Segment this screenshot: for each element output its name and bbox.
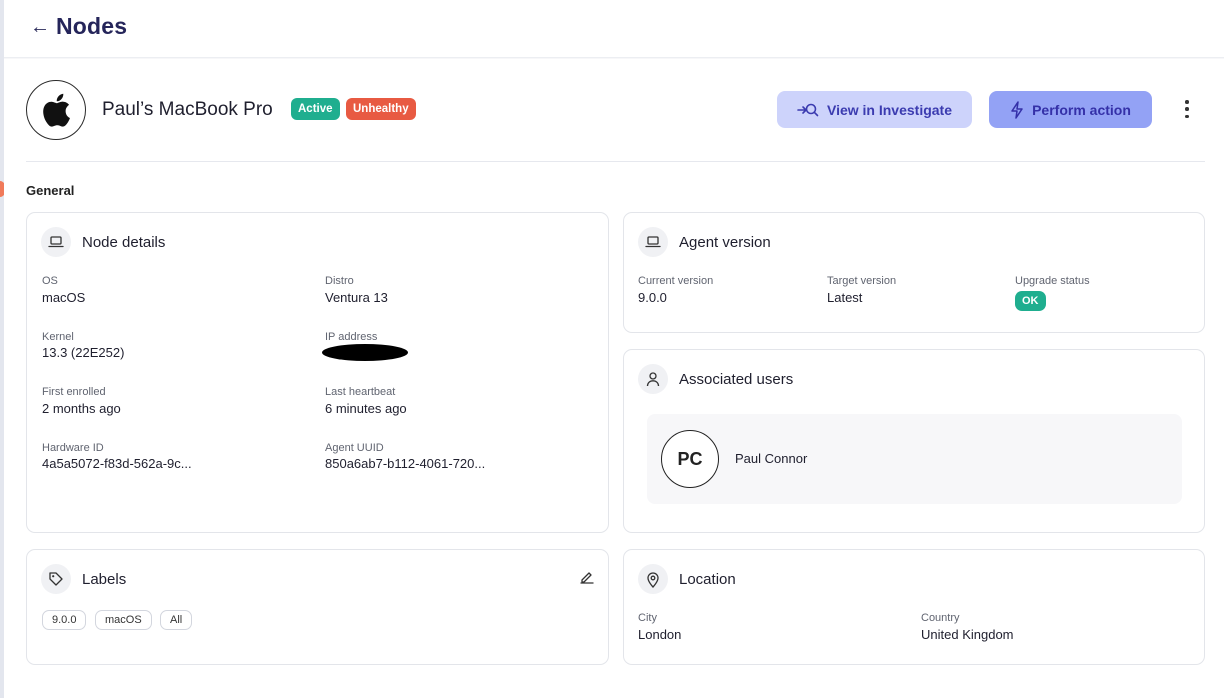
user-icon: [638, 364, 668, 394]
location-card: Location City London Country United King…: [623, 549, 1205, 665]
top-bar: ← Nodes: [4, 0, 1224, 58]
last-heartbeat-value: 6 minutes ago: [325, 401, 407, 416]
status-badge-unhealthy: Unhealthy: [346, 98, 416, 120]
associated-users-card: Associated users PC Paul Connor: [623, 349, 1205, 533]
kernel-value: 13.3 (22E252): [42, 345, 125, 360]
user-card[interactable]: PC Paul Connor: [647, 414, 1182, 504]
status-badge-active: Active: [291, 98, 340, 120]
hardware-id-label: Hardware ID: [42, 442, 104, 454]
perform-action-label: Perform action: [1032, 101, 1131, 118]
last-heartbeat-label: Last heartbeat: [325, 386, 396, 398]
kernel-label: Kernel: [42, 331, 74, 343]
ip-address-redacted: [322, 344, 408, 361]
view-in-investigate-button[interactable]: View in Investigate: [777, 91, 972, 128]
current-version-label: Current version: [638, 275, 714, 287]
node-details-card: Node details OS macOS Distro Ventura 13 …: [26, 212, 609, 533]
target-version-value: Latest: [827, 290, 863, 305]
page-title: Nodes: [56, 13, 128, 39]
back-arrow-icon[interactable]: ←: [30, 16, 50, 38]
apple-icon: [26, 80, 86, 140]
country-label: Country: [921, 612, 960, 624]
agent-uuid-label: Agent UUID: [325, 442, 384, 454]
first-enrolled-value: 2 months ago: [42, 401, 121, 416]
upgrade-status-badge: OK: [1015, 291, 1046, 311]
upgrade-status-label: Upgrade status: [1015, 275, 1090, 287]
label-chip[interactable]: macOS: [95, 610, 152, 630]
labels-card: Labels 9.0.0 macOS All: [26, 549, 609, 665]
section-title-general: General: [26, 183, 75, 198]
laptop-icon: [41, 227, 71, 257]
header-divider: [26, 161, 1205, 162]
lightning-icon: [1011, 100, 1023, 119]
label-chip[interactable]: 9.0.0: [42, 610, 87, 630]
location-title: Location: [679, 571, 736, 588]
city-label: City: [638, 612, 657, 624]
target-version-label: Target version: [827, 275, 897, 287]
agent-version-title: Agent version: [679, 234, 771, 251]
labels-title: Labels: [82, 571, 127, 588]
node-details-title: Node details: [82, 234, 166, 251]
os-label: OS: [42, 275, 58, 287]
more-options-icon[interactable]: [1178, 97, 1196, 121]
hardware-id-value: 4a5a5072-f83d-562a-9c...: [42, 456, 192, 471]
device-name: Paul’s MacBook Pro: [102, 99, 273, 120]
agent-uuid-value: 850a6ab7-b112-4061-720...: [325, 456, 486, 471]
associated-users-title: Associated users: [679, 371, 794, 388]
avatar: PC: [661, 430, 719, 488]
first-enrolled-label: First enrolled: [42, 386, 106, 398]
node-page: Paul’s MacBook Pro Active Unhealthy View…: [4, 59, 1224, 698]
tag-icon: [41, 564, 71, 594]
distro-label: Distro: [325, 275, 354, 287]
distro-value: Ventura 13: [325, 290, 388, 305]
perform-action-button[interactable]: Perform action: [989, 91, 1152, 128]
ip-address-label: IP address: [325, 331, 378, 343]
view-in-investigate-label: View in Investigate: [826, 101, 952, 118]
agent-version-card: Agent version Current version 9.0.0 Targ…: [623, 212, 1205, 333]
edit-icon[interactable]: [580, 570, 594, 589]
os-value: macOS: [42, 290, 86, 305]
country-value: United Kingdom: [921, 627, 1014, 642]
investigate-icon: [797, 103, 819, 116]
current-version-value: 9.0.0: [638, 290, 667, 305]
city-value: London: [638, 627, 682, 642]
label-chip[interactable]: All: [160, 610, 193, 630]
laptop-icon: [638, 227, 668, 257]
user-name: Paul Connor: [735, 451, 808, 466]
map-pin-icon: [638, 564, 668, 594]
